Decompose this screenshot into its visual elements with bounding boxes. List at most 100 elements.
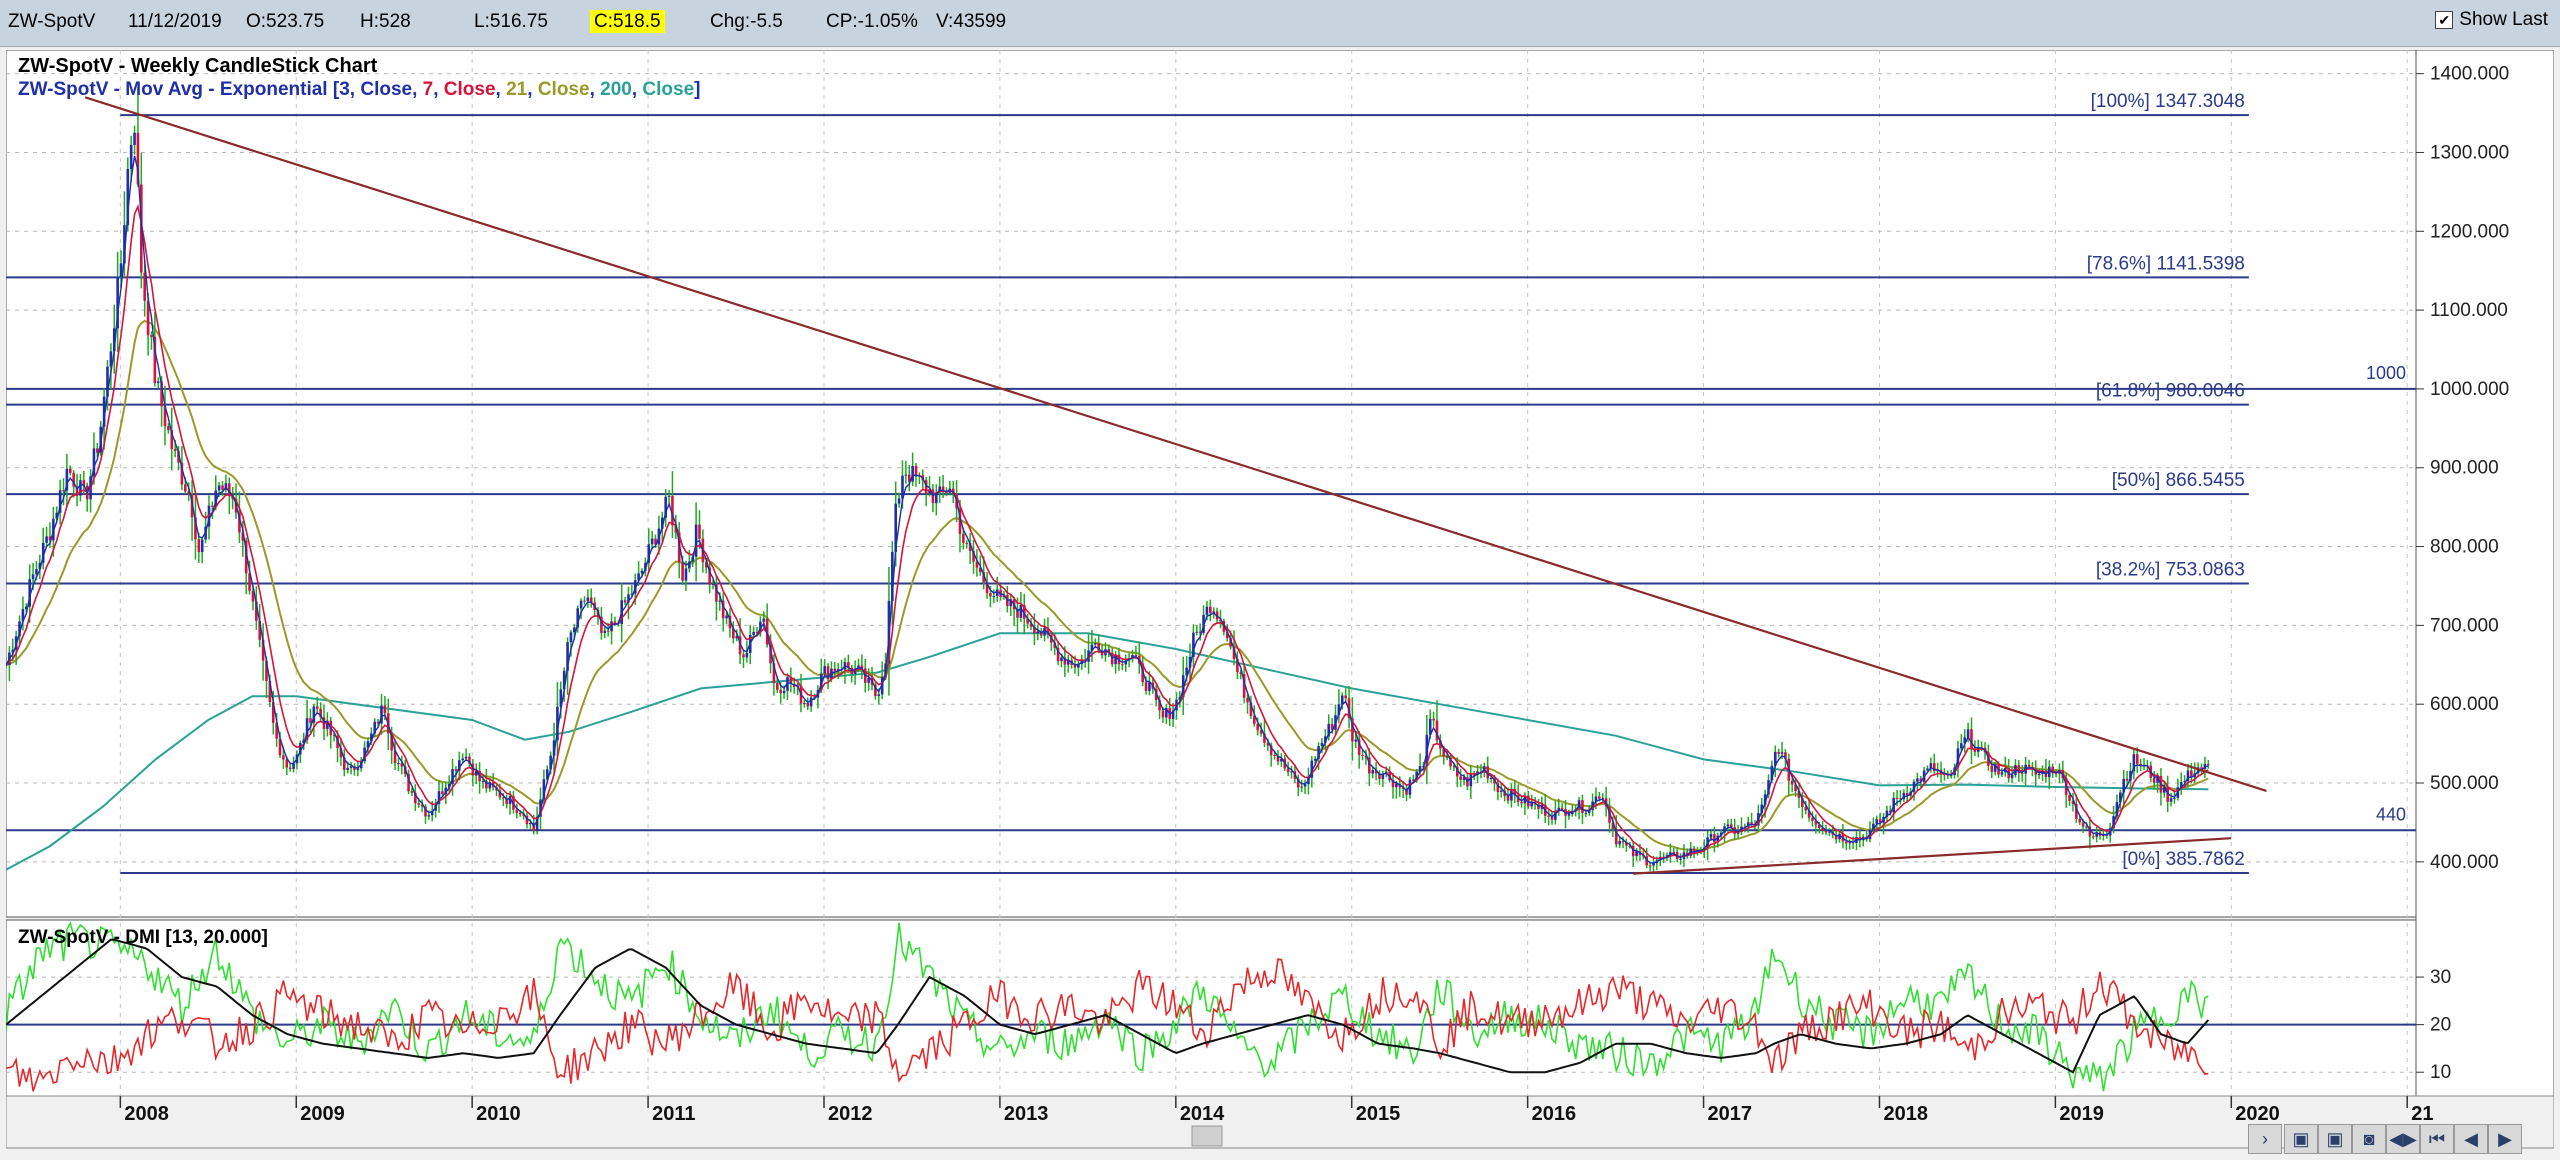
candle-body bbox=[427, 815, 431, 817]
fib-level-label: [61.8%] 980.0046 bbox=[2096, 381, 2245, 402]
x-tick-label: 2008 bbox=[124, 1103, 169, 1125]
candle-body bbox=[315, 706, 319, 709]
candle-body bbox=[2027, 764, 2031, 767]
change-pct-label: CP:-1.05% bbox=[826, 11, 918, 32]
candle-body bbox=[383, 705, 387, 714]
candle-body bbox=[464, 756, 468, 759]
candle-body bbox=[2169, 798, 2173, 802]
camera-icon[interactable]: ◙ bbox=[2352, 1124, 2386, 1154]
candle-body bbox=[1824, 830, 1828, 833]
candle-body bbox=[173, 449, 177, 451]
show-last-toggle[interactable]: ✔ Show Last bbox=[2435, 9, 2548, 31]
show-last-label: Show Last bbox=[2459, 9, 2548, 30]
candle-body bbox=[1354, 739, 1358, 742]
scroll-right-icon[interactable]: › bbox=[2248, 1124, 2282, 1154]
candle-body bbox=[2010, 774, 2014, 779]
show-last-checkbox[interactable]: ✔ bbox=[2435, 11, 2454, 29]
candle-body bbox=[1195, 631, 1199, 633]
candle-body bbox=[221, 485, 224, 490]
next-bar-icon[interactable]: ▶ bbox=[2488, 1124, 2522, 1154]
x-tick-label: 2010 bbox=[476, 1103, 520, 1125]
candle-body bbox=[745, 652, 749, 658]
prev-bar-icon[interactable]: ◀ bbox=[2454, 1124, 2488, 1154]
candle-body bbox=[2173, 797, 2176, 799]
candle-body bbox=[129, 144, 133, 169]
x-tick-label: 2012 bbox=[828, 1103, 873, 1125]
candle-body bbox=[2152, 777, 2156, 783]
ma-legend-ema200: 200 bbox=[600, 79, 632, 100]
candle-body bbox=[197, 539, 201, 553]
candle-body bbox=[481, 780, 485, 782]
candle-body bbox=[586, 597, 590, 602]
candle-body bbox=[1970, 729, 1973, 749]
price-tick-label: 700.000 bbox=[2430, 615, 2499, 636]
price-tick-label: 800.000 bbox=[2430, 537, 2499, 558]
dmi-tick-label: 30 bbox=[2430, 967, 2451, 988]
price-tick-label: 1400.000 bbox=[2430, 64, 2509, 85]
zoom-out-icon[interactable]: ▣ bbox=[2318, 1124, 2352, 1154]
candle-body bbox=[1205, 606, 1209, 615]
candle-body bbox=[1161, 710, 1165, 718]
first-bar-icon[interactable]: ⏮ bbox=[2420, 1124, 2454, 1154]
candle-body bbox=[2135, 754, 2139, 764]
fit-icon[interactable]: ◀▶ bbox=[2386, 1124, 2420, 1154]
candle-body bbox=[156, 381, 160, 384]
zoom-in-icon[interactable]: ▣ bbox=[2284, 1124, 2318, 1154]
candle-body bbox=[742, 654, 745, 658]
fib-level-label: [0%] 385.7862 bbox=[2122, 849, 2245, 870]
x-tick-label: 2016 bbox=[1532, 1103, 1577, 1125]
dmi-tick-label: 20 bbox=[2430, 1015, 2451, 1036]
candle-body bbox=[711, 583, 715, 585]
candle-body bbox=[454, 769, 458, 771]
low-label: L:516.75 bbox=[474, 11, 548, 32]
candle-body bbox=[962, 533, 965, 543]
candle-body bbox=[346, 767, 349, 770]
fib-level-label: [78.6%] 1141.5398 bbox=[2087, 253, 2245, 274]
candle-body bbox=[613, 621, 617, 623]
candle-body bbox=[1036, 631, 1040, 634]
candle-body bbox=[200, 539, 204, 553]
candle-body bbox=[877, 694, 881, 696]
candle-body bbox=[752, 631, 755, 635]
candle-body bbox=[518, 812, 522, 815]
candle-body bbox=[667, 495, 671, 497]
x-tick-label: 2011 bbox=[652, 1103, 695, 1125]
candle-body bbox=[1286, 768, 1290, 773]
horizontal-scroll-thumb[interactable] bbox=[1191, 1125, 1223, 1147]
price-tick-label: 400.000 bbox=[2430, 852, 2499, 873]
candle-body bbox=[292, 763, 295, 769]
candle-body bbox=[1780, 752, 1784, 754]
price-tick-label: 600.000 bbox=[2430, 694, 2499, 715]
price-tick-label: 1200.000 bbox=[2430, 221, 2509, 242]
candle-body bbox=[1134, 655, 1138, 657]
candle-body bbox=[397, 763, 400, 765]
candle-body bbox=[2068, 794, 2071, 801]
candle-body bbox=[1144, 682, 1148, 691]
close-label: C:518.5 bbox=[590, 10, 665, 33]
chart-window: ZW-SpotV 11/12/2019 O:523.75 H:528 L:516… bbox=[0, 0, 2560, 1160]
candle-body bbox=[2000, 772, 2004, 775]
price-tick-label: 1000.000 bbox=[2430, 379, 2509, 400]
candle-body bbox=[1618, 841, 1621, 845]
candle-body bbox=[1560, 807, 1564, 809]
symbol-label: ZW-SpotV bbox=[8, 11, 96, 32]
candle-body bbox=[1361, 755, 1364, 757]
candle-body bbox=[698, 524, 701, 539]
candle-body bbox=[461, 758, 464, 761]
x-axis-panel bbox=[6, 1095, 2554, 1149]
candle-body bbox=[282, 755, 285, 760]
x-tick-label: 2019 bbox=[2059, 1103, 2104, 1125]
fib-level-label: [100%] 1347.3048 bbox=[2091, 91, 2245, 112]
candle-body bbox=[150, 335, 153, 337]
candle-body bbox=[806, 703, 810, 707]
candle-body bbox=[1709, 834, 1713, 838]
candle-body bbox=[515, 809, 519, 813]
chart-title: ZW-SpotV - Weekly CandleStick Chart bbox=[18, 55, 378, 77]
candle-body bbox=[1990, 765, 1994, 772]
candle-body bbox=[1845, 841, 1848, 844]
candle-body bbox=[1520, 801, 1523, 804]
candle-body bbox=[989, 593, 992, 597]
candle-body bbox=[2091, 836, 2095, 838]
chart-svg: [100%] 1347.3048 [78.6%] 1141.5398 [61.8%]… bbox=[6, 50, 2554, 1149]
candle-body bbox=[35, 569, 38, 575]
